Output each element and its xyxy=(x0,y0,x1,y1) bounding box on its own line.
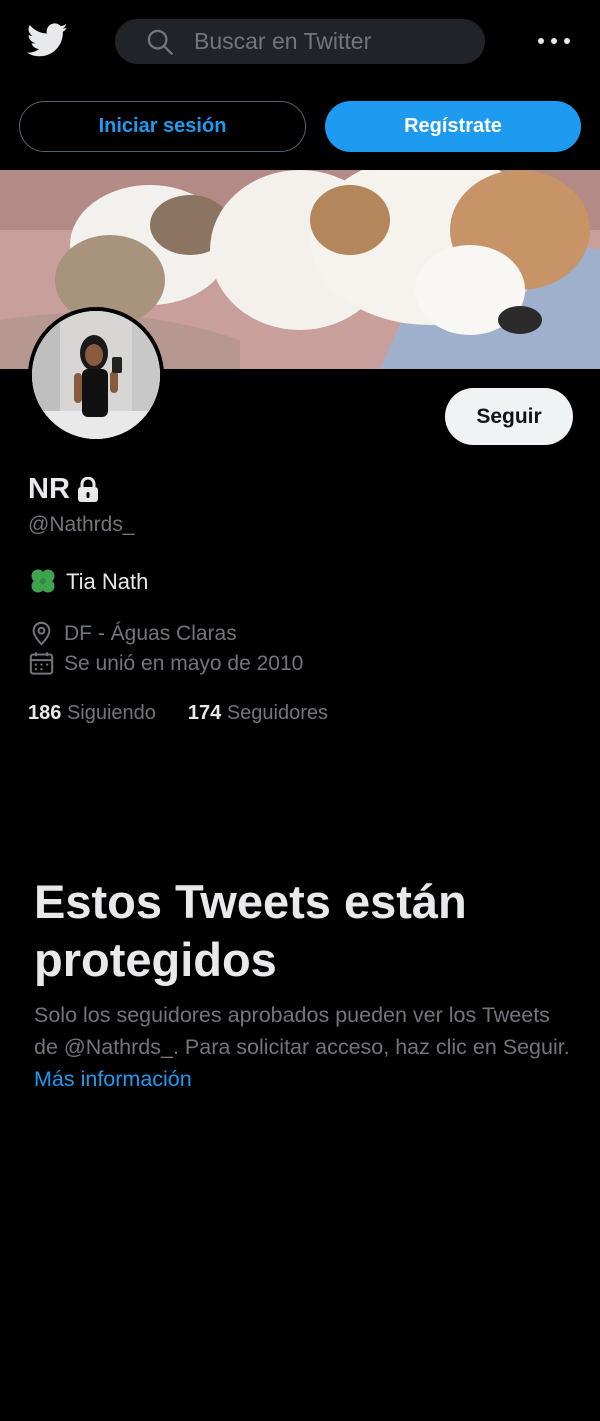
signup-button[interactable]: Regístrate xyxy=(325,101,581,152)
more-horizontal-icon[interactable] xyxy=(538,29,570,53)
calendar-icon xyxy=(29,652,54,675)
follow-button[interactable]: Seguir xyxy=(445,388,573,445)
clover-icon xyxy=(31,569,55,593)
profile-stats: 186 Siguiendo 174 Seguidores xyxy=(28,702,328,725)
lock-icon xyxy=(77,476,98,502)
following-count: 186 xyxy=(28,702,62,724)
login-button[interactable]: Iniciar sesión xyxy=(19,101,306,152)
profile-name: NR xyxy=(28,473,70,505)
followers-link[interactable]: 174 Seguidores xyxy=(188,702,328,725)
followers-label: Seguidores xyxy=(226,702,329,724)
avatar-image xyxy=(32,311,160,439)
bio-text: Tia Nath xyxy=(66,569,149,594)
profile-join-date: Se unió en mayo de 2010 xyxy=(28,650,303,677)
protected-title: Estos Tweets están protegidos xyxy=(34,875,467,986)
twitter-bird-icon[interactable] xyxy=(27,23,68,58)
search-bar[interactable] xyxy=(115,19,485,64)
more-dot xyxy=(538,38,544,44)
learn-more-link[interactable]: Más información xyxy=(34,1067,192,1091)
protected-description: Solo los seguidores aprobados pueden ver… xyxy=(34,999,574,1095)
join-date-text: Se unió en mayo de 2010 xyxy=(64,651,304,675)
more-dot xyxy=(551,38,557,44)
profile-location: DF - Águas Claras xyxy=(28,620,237,647)
location-text: DF - Águas Claras xyxy=(64,621,237,645)
location-pin-icon xyxy=(32,621,51,646)
avatar[interactable] xyxy=(28,307,164,443)
profile-handle: @Nathrds_ xyxy=(28,513,135,536)
profile-bio: Tia Nath xyxy=(28,567,148,597)
protected-body: Solo los seguidores aprobados pueden ver… xyxy=(34,1003,570,1059)
followers-count: 174 xyxy=(187,702,222,724)
profile-name-row: NR xyxy=(28,473,99,506)
search-input[interactable] xyxy=(192,27,456,56)
following-label: Siguiendo xyxy=(66,702,156,724)
following-link[interactable]: 186 Siguiendo xyxy=(28,702,156,725)
more-dot xyxy=(564,38,570,44)
search-icon xyxy=(147,29,173,55)
